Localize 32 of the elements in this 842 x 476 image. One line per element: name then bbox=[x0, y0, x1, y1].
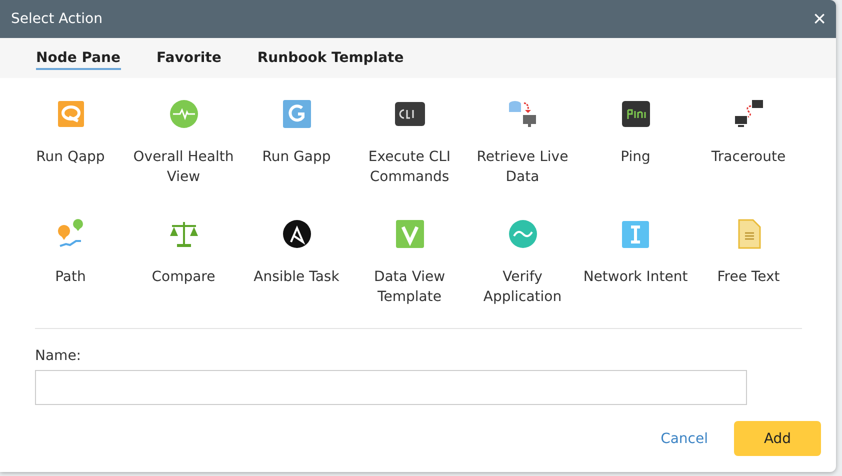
action-label[interactable]: Path bbox=[16, 267, 126, 287]
monitors-icon[interactable] bbox=[732, 98, 764, 130]
action-label[interactable]: Ansible Task bbox=[242, 267, 352, 287]
action-label[interactable]: Data View Template bbox=[354, 267, 464, 307]
name-field[interactable] bbox=[35, 370, 747, 405]
window-title: Select Action bbox=[11, 11, 102, 27]
add-button[interactable]: Add bbox=[734, 421, 821, 456]
action-label[interactable]: Network Intent bbox=[580, 267, 690, 287]
i-icon[interactable] bbox=[620, 218, 652, 250]
action-label[interactable]: Compare bbox=[128, 267, 238, 287]
v-icon[interactable] bbox=[394, 218, 426, 250]
database-monitor-icon[interactable] bbox=[506, 98, 538, 130]
action-label[interactable]: Ping bbox=[580, 147, 690, 167]
g-icon[interactable] bbox=[280, 98, 312, 130]
action-label[interactable]: Traceroute bbox=[694, 147, 804, 167]
cancel-link[interactable]: Cancel bbox=[654, 430, 714, 448]
tab[interactable]: Node Pane bbox=[36, 46, 121, 70]
action-label[interactable]: Free Text bbox=[694, 267, 804, 287]
action-label[interactable]: Execute CLI Commands bbox=[354, 147, 464, 187]
tab[interactable]: Favorite bbox=[156, 46, 222, 70]
terminal-icon[interactable] bbox=[620, 98, 652, 130]
action-label[interactable]: Run Qapp bbox=[16, 147, 126, 167]
field-label: Name: bbox=[35, 348, 82, 364]
action-label[interactable]: Retrieve Live Data bbox=[468, 147, 578, 187]
wave-icon[interactable] bbox=[506, 218, 538, 250]
a-icon[interactable] bbox=[280, 218, 312, 250]
action-label[interactable]: Overall Health View bbox=[128, 147, 238, 187]
action-label[interactable]: Verify Application bbox=[468, 267, 578, 307]
tab[interactable]: Runbook Template bbox=[257, 46, 404, 70]
action-label[interactable]: Run Gapp bbox=[242, 147, 352, 167]
pulse-icon[interactable] bbox=[168, 98, 200, 130]
close-button[interactable]: × bbox=[813, 8, 826, 30]
